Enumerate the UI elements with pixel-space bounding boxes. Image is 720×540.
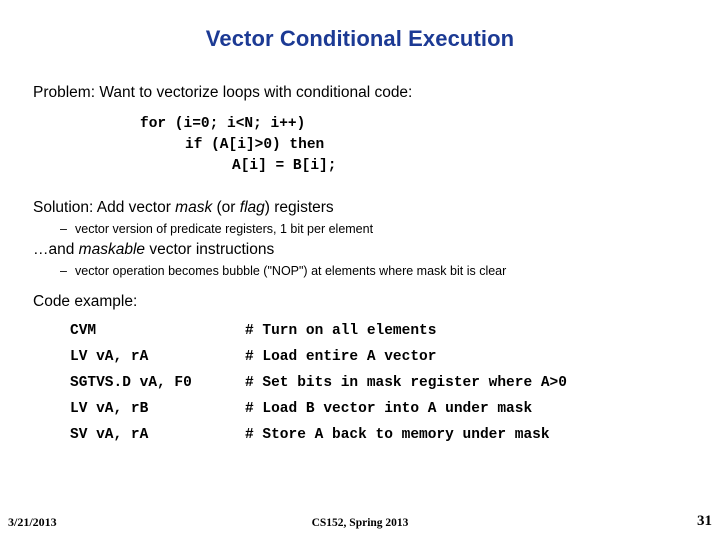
solution-emphasis-flag: flag bbox=[239, 199, 265, 216]
maskable-heading-pre: …and bbox=[33, 241, 79, 258]
solution-sub-bullet-text: vector version of predicate registers, 1… bbox=[75, 222, 374, 236]
code-example-table-body: CVM # Turn on all elements LV vA, rA # L… bbox=[70, 323, 567, 453]
table-row: CVM # Turn on all elements bbox=[70, 323, 567, 349]
page-title: Vector Conditional Execution bbox=[205, 26, 515, 51]
problem-code-line-2: if (A[i]>0) then bbox=[185, 137, 325, 153]
solution-heading: Solution: Add vector mask (or flag) regi… bbox=[0, 197, 720, 219]
code-instruction: LV vA, rB bbox=[70, 401, 149, 417]
dash-bullet-icon: – bbox=[60, 222, 67, 236]
table-row: LV vA, rA # Load entire A vector bbox=[70, 349, 567, 375]
maskable-sub-bullet: – vector operation becomes bubble ("NOP")… bbox=[0, 261, 720, 281]
table-row: LV vA, rB # Load B vector into A under m… bbox=[70, 401, 567, 427]
slide-canvas: Vector Conditional Execution Problem: Wa… bbox=[0, 0, 720, 540]
maskable-sub-bullet-text: vector operation becomes bubble ("NOP") … bbox=[75, 264, 507, 278]
code-comment: # Store A back to memory under mask bbox=[245, 427, 550, 443]
table-row: SGTVS.D vA, F0 # Set bits in mask regist… bbox=[70, 375, 567, 401]
code-example-table-wrap: CVM # Turn on all elements LV vA, rA # L… bbox=[0, 323, 720, 453]
code-comment: # Set bits in mask register where A>0 bbox=[245, 375, 567, 391]
solution-heading-post: ) registers bbox=[264, 199, 334, 216]
solution-heading-mid: (or bbox=[212, 199, 240, 216]
solution-sub-bullet: – vector version of predicate registers, … bbox=[0, 219, 720, 239]
code-comment: # Load entire A vector bbox=[245, 349, 437, 365]
code-instruction: LV vA, rA bbox=[70, 349, 149, 365]
code-instruction: SGTVS.D vA, F0 bbox=[70, 375, 192, 391]
footer-page-number: 31 bbox=[697, 513, 712, 529]
code-example-table: CVM # Turn on all elements LV vA, rA # L… bbox=[70, 323, 567, 453]
table-row: SV vA, rA # Store A back to memory under… bbox=[70, 427, 567, 453]
footer-course: CS152, Spring 2013 bbox=[311, 517, 409, 529]
problem-code-line-1: for (i=0; i<N; i++) bbox=[140, 116, 306, 132]
code-instruction: SV vA, rA bbox=[70, 427, 149, 443]
problem-code-line-3: A[i] = B[i]; bbox=[232, 158, 337, 174]
solution-heading-pre: Solution: Add vector bbox=[33, 199, 176, 216]
maskable-emphasis: maskable bbox=[78, 241, 146, 258]
solution-emphasis-mask: mask bbox=[175, 199, 213, 216]
maskable-heading-post: vector instructions bbox=[145, 241, 275, 258]
code-comment: # Load B vector into A under mask bbox=[245, 401, 533, 417]
problem-heading: Problem: Want to vectorize loops with co… bbox=[33, 84, 413, 101]
slide-body: Problem: Want to vectorize loops with co… bbox=[0, 82, 720, 453]
code-instruction: CVM bbox=[70, 323, 97, 339]
dash-bullet-icon: – bbox=[60, 264, 67, 278]
code-comment: # Turn on all elements bbox=[245, 323, 437, 339]
code-example-heading: Code example: bbox=[33, 293, 138, 310]
maskable-heading: …and maskable vector instructions bbox=[0, 239, 720, 261]
